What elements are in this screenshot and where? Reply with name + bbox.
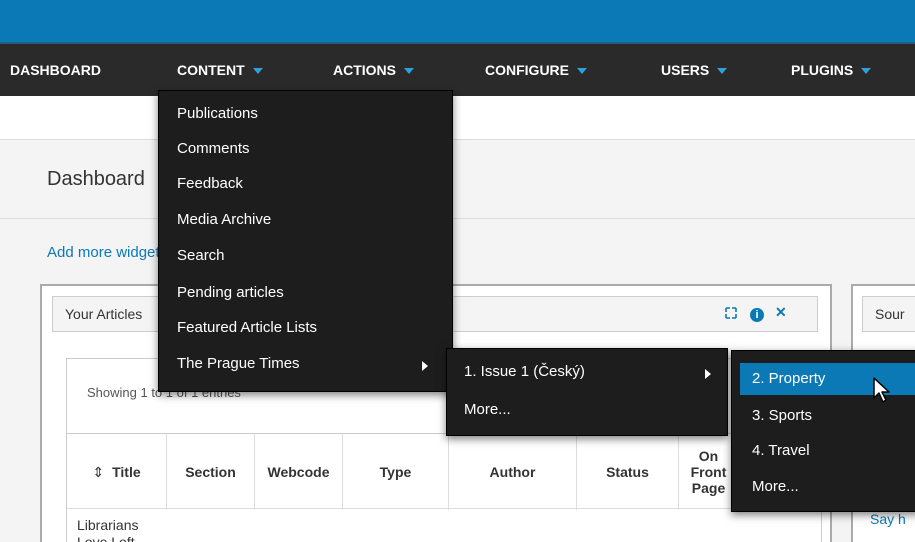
menu-item-more-sections[interactable]: More... [752, 478, 799, 495]
menu-item-search[interactable]: Search [177, 247, 225, 264]
chevron-down-icon [861, 68, 872, 75]
content-dropdown-menu: Publications Comments Feedback Media Arc… [158, 90, 453, 392]
column-header-webcode[interactable]: Webcode [255, 434, 343, 510]
top-header-bar [0, 0, 915, 42]
chevron-down-icon [717, 68, 728, 75]
page-title: Dashboard [47, 168, 145, 190]
main-navigation: DASHBOARD CONTENT ACTIONS CONFIGURE USER… [0, 42, 915, 96]
menu-item-sports[interactable]: 3. Sports [752, 407, 812, 424]
menu-item-issue-1[interactable]: 1. Issue 1 (Český) [464, 363, 585, 380]
nav-content[interactable]: CONTENT [177, 44, 263, 96]
chevron-down-icon [577, 68, 587, 75]
chevron-right-icon [705, 369, 711, 379]
divider [0, 218, 915, 219]
menu-item-media-archive[interactable]: Media Archive [177, 211, 271, 228]
column-header-status[interactable]: Status [577, 434, 679, 510]
column-header-section[interactable]: Section [167, 434, 255, 510]
widget-title: Sour [875, 306, 905, 322]
sub-header [0, 96, 915, 140]
add-widgets-link[interactable]: Add more widgets [47, 244, 167, 261]
menu-item-more-issues[interactable]: More... [464, 401, 511, 418]
close-icon[interactable]: ✕ [775, 304, 787, 321]
widget-link[interactable]: Say h [870, 511, 906, 527]
chevron-down-icon [404, 68, 414, 75]
menu-item-publications[interactable]: Publications [177, 105, 258, 122]
menu-item-travel[interactable]: 4. Travel [752, 442, 810, 459]
nav-users[interactable]: USERS [661, 44, 728, 96]
menu-item-pending-articles[interactable]: Pending articles [177, 284, 284, 301]
column-header-title[interactable]: ⇕ Title [67, 434, 167, 510]
column-header-type[interactable]: Type [343, 434, 449, 510]
nav-plugins[interactable]: PLUGINS [791, 44, 872, 96]
info-icon[interactable]: i [750, 305, 764, 322]
table-header: ⇕ Title Section Webcode Type Author Statu… [67, 433, 823, 510]
nav-actions[interactable]: ACTIONS [333, 44, 414, 96]
nav-dashboard[interactable]: DASHBOARD [10, 44, 101, 96]
nav-configure[interactable]: CONFIGURE [485, 44, 587, 96]
column-header-front-page[interactable]: On Front Page [679, 434, 739, 510]
widget-title: Your Articles [65, 306, 143, 322]
menu-item-feedback[interactable]: Feedback [177, 175, 243, 192]
menu-item-prague-times[interactable]: The Prague Times [177, 355, 300, 372]
widget-header: Sour [862, 296, 915, 332]
table-row[interactable]: Librarians Love Loft [77, 517, 157, 542]
expand-icon[interactable] [725, 307, 737, 322]
sort-icon: ⇕ [92, 464, 105, 480]
chevron-right-icon [422, 361, 428, 371]
mouse-pointer-icon [872, 376, 892, 409]
sections-submenu: 2. Property 3. Sports 4. Travel More... [731, 350, 915, 512]
menu-item-featured-article-lists[interactable]: Featured Article Lists [177, 319, 317, 336]
chevron-down-icon [252, 68, 263, 75]
menu-item-comments[interactable]: Comments [177, 140, 250, 157]
issues-submenu: 1. Issue 1 (Český) More... [446, 348, 728, 436]
column-header-author[interactable]: Author [449, 434, 577, 510]
